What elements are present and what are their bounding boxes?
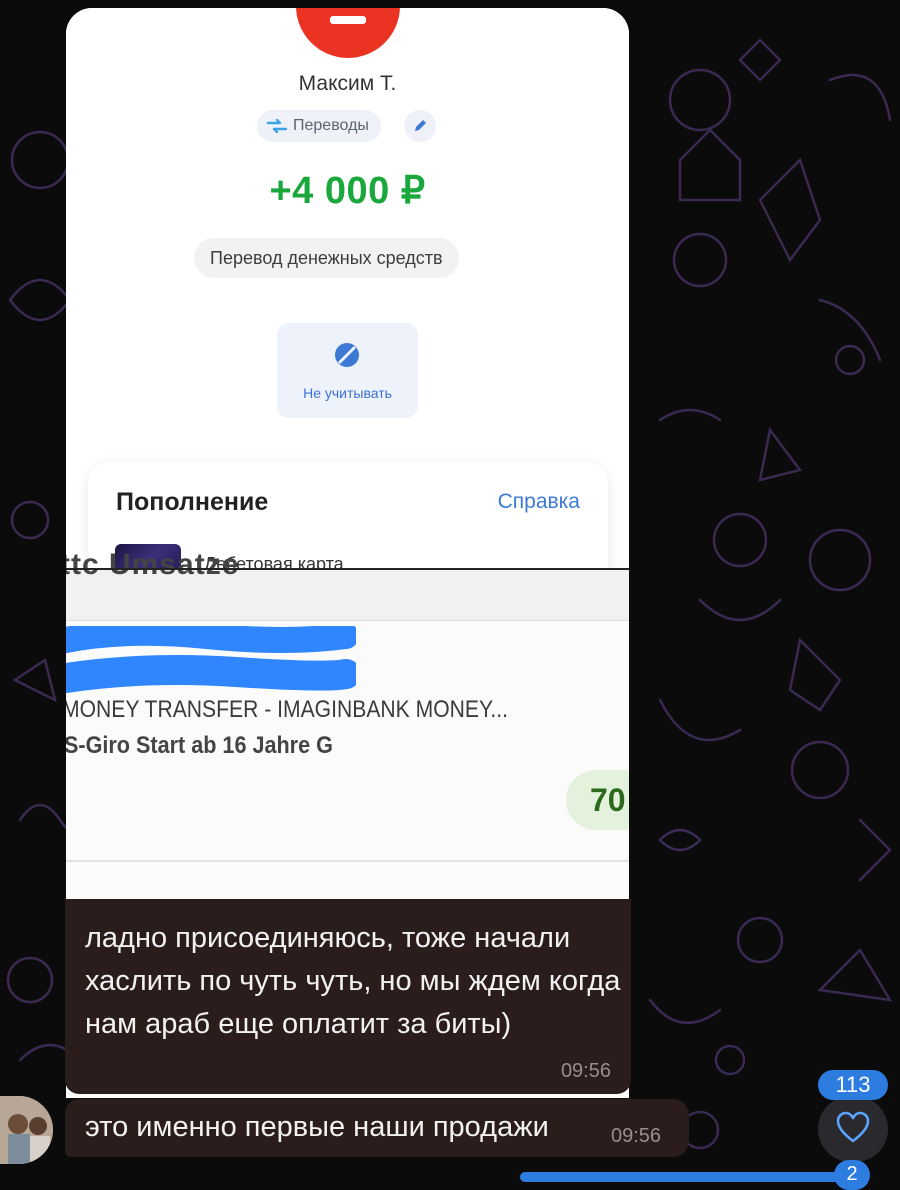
header-partial-text: ttc Umsatze bbox=[66, 548, 240, 581]
ignore-icon bbox=[335, 343, 359, 367]
screenshot-seam bbox=[66, 568, 629, 570]
help-link[interactable]: Справка bbox=[498, 490, 580, 514]
pencil-icon bbox=[415, 120, 426, 131]
ignore-button-label: Не учитывать bbox=[303, 385, 392, 401]
transaction-description: Перевод денежных средств bbox=[194, 238, 459, 278]
account-line: S-Giro Start ab 16 Jahre G bbox=[66, 732, 333, 759]
divider bbox=[66, 860, 629, 862]
amount-partial: 70 bbox=[590, 782, 626, 818]
message-text: это именно первые наши продажи bbox=[85, 1111, 549, 1143]
section-title: Пополнение bbox=[116, 488, 269, 516]
transfer-arrow-icon bbox=[267, 119, 287, 133]
message-time: 09:56 bbox=[611, 1125, 662, 1147]
message-bubble[interactable]: ладно присоединяюсь, тоже начали хаслить… bbox=[65, 899, 631, 1094]
message-bubble[interactable]: это именно первые наши продажи 09:56 bbox=[65, 1099, 689, 1157]
category-chip[interactable]: Переводы bbox=[257, 110, 381, 142]
outgoing-bubble-edge bbox=[520, 1172, 840, 1182]
message-text: ладно присоединяюсь, тоже начали хаслить… bbox=[85, 922, 621, 1040]
contact-name: Максим Т. bbox=[298, 72, 397, 95]
heart-icon bbox=[836, 1111, 870, 1143]
transaction-amount: +4 000 ₽ bbox=[269, 170, 426, 212]
message-time: 09:56 bbox=[560, 1060, 611, 1082]
reaction-heart[interactable] bbox=[818, 1096, 888, 1162]
edit-button[interactable] bbox=[404, 110, 436, 142]
bank-transaction-screen: Максим Т. Переводы +4 000 ₽ Перевод дене… bbox=[66, 8, 629, 602]
unread-badge[interactable]: 2 bbox=[834, 1160, 870, 1190]
amount-pill: 70 bbox=[566, 770, 629, 830]
transaction-title: MONEY TRANSFER - IMAGINBANK MONEY... bbox=[66, 696, 508, 723]
second-screen-header: ttc Umsatze bbox=[66, 548, 629, 621]
bank-logo bbox=[296, 8, 400, 58]
reaction-count: 113 bbox=[818, 1070, 888, 1100]
category-chip-label: Переводы bbox=[293, 117, 369, 134]
ignore-button[interactable]: Не учитывать bbox=[277, 323, 418, 418]
